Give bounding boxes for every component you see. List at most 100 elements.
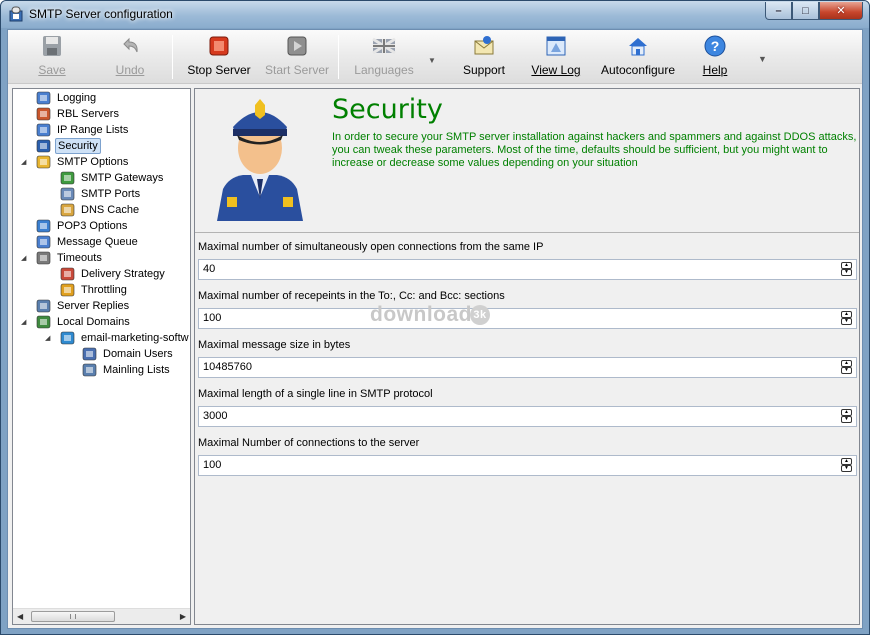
spinner-icon[interactable]: ▲ ▼ [840,458,853,473]
tree-item-label: SMTP Gateways [81,171,164,184]
languages-button[interactable]: Languages [350,34,418,80]
mailing-lists-icon [81,362,97,377]
numeric-input[interactable]: 3000 ▲ ▼ [198,406,857,427]
tree-item[interactable]: POP3 Options [35,218,129,233]
tree-item[interactable]: Server Replies [35,298,131,313]
numeric-input[interactable]: 40 ▲ ▼ [198,259,857,280]
expand-collapse-icon[interactable]: ◢ [21,158,26,166]
scroll-right-icon[interactable]: ▶ [180,612,186,621]
download3k-watermark: download3k [370,303,490,327]
input-value: 3000 [203,410,228,422]
spin-down-icon[interactable]: ▼ [841,367,852,374]
tree-item[interactable]: Throttling [59,282,129,297]
close-button[interactable]: ✕ [819,2,863,20]
security-guard-icon [217,99,303,221]
view-log-icon [546,36,566,56]
tree-item-label: Throttling [81,283,127,296]
spin-up-icon[interactable]: ▲ [841,458,852,465]
smtp-options-icon [35,154,51,169]
tree-item[interactable]: IP Range Lists [35,122,130,137]
globe-icon [59,330,75,345]
support-button[interactable]: Support [452,34,516,80]
stop-server-button[interactable]: Stop Server [184,34,254,80]
help-button[interactable]: ? Help [690,34,740,80]
gateways-icon [59,170,75,185]
spin-up-icon[interactable]: ▲ [841,262,852,269]
save-icon [43,36,61,56]
undo-button[interactable]: Undo [98,34,162,80]
maximize-button[interactable]: □ [792,2,819,20]
tree-item-label: RBL Servers [57,107,119,120]
start-icon [287,36,307,56]
tree-item[interactable]: SMTP Gateways [59,170,165,185]
pop3-icon [35,218,51,233]
languages-dropdown-icon[interactable]: ▼ [428,56,436,65]
numeric-input[interactable]: 100 ▲ ▼ [198,308,857,329]
tree-item[interactable]: Domain Users [81,346,175,361]
spin-down-icon[interactable]: ▼ [841,416,852,423]
autoconfigure-button[interactable]: Autoconfigure [598,34,678,80]
numeric-input[interactable]: 10485760 ▲ ▼ [198,357,857,378]
tree-item[interactable]: SMTP Ports [59,186,142,201]
tree-item-label: Delivery Strategy [81,267,165,280]
tree-item[interactable]: SMTP Options [35,154,130,169]
tree-item[interactable]: Security [35,137,101,154]
title-bar[interactable]: SMTP Server configuration – □ ✕ [1,1,869,28]
toolbar-separator [338,35,339,79]
security-panel: Security In order to secure your SMTP se… [194,88,860,625]
section-description: In order to secure your SMTP server inst… [332,131,857,169]
tree-horizontal-scrollbar[interactable]: ◀ ▶ [13,608,190,624]
spin-up-icon[interactable]: ▲ [841,409,852,416]
spin-down-icon[interactable]: ▼ [841,465,852,472]
tree-item[interactable]: Delivery Strategy [59,266,167,281]
settings-tree: ◀ ▶ Logging RBL Servers IP Range Lists Secu… [12,88,191,625]
view-log-button[interactable]: View Log [524,34,588,80]
tree-item-label: IP Range Lists [57,123,129,136]
tree-item[interactable]: DNS Cache [59,202,141,217]
timeouts-icon [35,250,51,265]
toolbar-separator [172,35,173,79]
expand-collapse-icon[interactable]: ◢ [21,318,26,326]
queue-icon [35,234,51,249]
local-domains-icon [35,314,51,329]
spinner-icon[interactable]: ▲ ▼ [840,262,853,277]
tree-item[interactable]: Logging [35,90,98,105]
input-value: 10485760 [203,361,252,373]
start-server-button[interactable]: Start Server [264,34,330,80]
spin-up-icon[interactable]: ▲ [841,360,852,367]
tree-item[interactable]: Mainling Lists [81,362,172,377]
tree-item[interactable]: RBL Servers [35,106,121,121]
spinner-icon[interactable]: ▲ ▼ [840,409,853,424]
tree-item[interactable]: email-marketing-softw [59,330,190,345]
toolbar-overflow-icon[interactable]: ▼ [758,54,767,64]
stop-icon [209,36,229,56]
save-button[interactable]: Save [20,34,84,80]
tree-item-label: Local Domains [57,315,130,328]
spin-down-icon[interactable]: ▼ [841,269,852,276]
tree-item[interactable]: Message Queue [35,234,140,249]
traffic-light-icon [59,282,75,297]
minimize-button[interactable]: – [765,2,792,20]
spinner-icon[interactable]: ▲ ▼ [840,360,853,375]
spinner-icon[interactable]: ▲ ▼ [840,311,853,326]
spin-up-icon[interactable]: ▲ [841,311,852,318]
scrollbar-thumb[interactable] [31,611,115,622]
toolbar: Save Undo Stop Server Start Server Langu… [8,30,862,84]
tree-item[interactable]: Timeouts [35,250,104,265]
tree-item[interactable]: Local Domains [35,314,132,329]
app-icon [9,6,23,22]
scroll-left-icon[interactable]: ◀ [17,612,23,621]
window-title: SMTP Server configuration [29,7,173,21]
undo-icon [123,37,138,53]
expand-collapse-icon[interactable]: ◢ [21,254,26,262]
spin-down-icon[interactable]: ▼ [841,318,852,325]
window-controls: – □ ✕ [765,2,863,20]
house-icon [629,38,647,56]
field-label: Maximal number of simultaneously open co… [198,241,544,253]
expand-collapse-icon[interactable]: ◢ [45,334,50,342]
help-icon: ? [704,35,726,57]
input-value: 40 [203,263,216,275]
ip-range-icon [35,122,51,137]
tree-item-label: SMTP Ports [81,187,141,200]
numeric-input[interactable]: 100 ▲ ▼ [198,455,857,476]
